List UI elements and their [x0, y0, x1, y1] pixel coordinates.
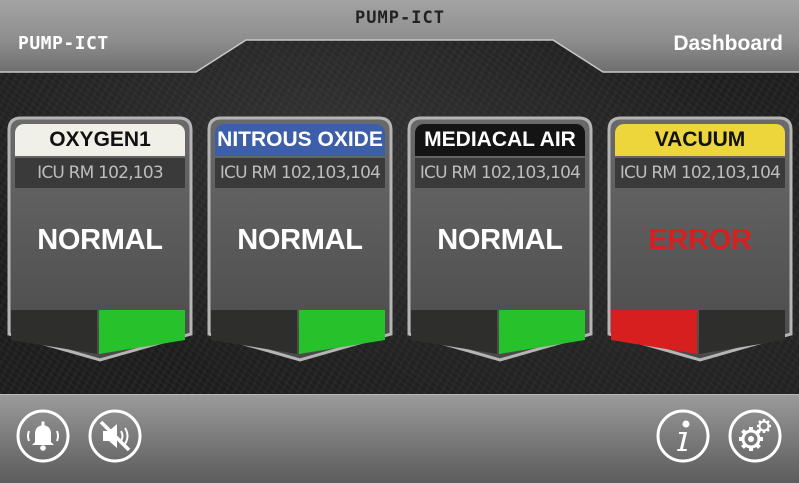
status-indicator-left	[11, 310, 97, 354]
alarm-bell-icon[interactable]	[16, 409, 70, 463]
status-indicator-right	[499, 310, 585, 354]
gear-icon[interactable]	[728, 409, 782, 463]
page-title: Dashboard	[673, 32, 783, 55]
card-location: ICU RM 102,103,104	[215, 158, 385, 188]
status-text: NORMAL	[437, 224, 563, 256]
card-title: NITROUS OXIDE	[215, 124, 385, 156]
status-indicator-left	[211, 310, 297, 354]
card-title: VACUUM	[615, 124, 785, 156]
card-location: ICU RM 102,103,104	[615, 158, 785, 188]
info-icon[interactable]	[656, 409, 710, 463]
gas-card-medical-air[interactable]: MEDIACAL AIR ICU RM 102,103,104 NORMAL	[407, 116, 593, 362]
card-location: ICU RM 102,103	[15, 158, 185, 188]
status-indicator-left	[411, 310, 497, 354]
status-indicator-right	[299, 310, 385, 354]
status-text: NORMAL	[37, 224, 163, 256]
brand-logo: PUMP-ICT	[18, 33, 109, 54]
card-title: MEDIACAL AIR	[415, 124, 585, 156]
card-title: OXYGEN1	[15, 124, 185, 156]
gas-card-vacuum[interactable]: VACUUM ICU RM 102,103,104 ERROR	[607, 116, 793, 362]
gas-card-nitrous-oxide[interactable]: NITROUS OXIDE ICU RM 102,103,104 NORMAL	[207, 116, 393, 362]
gas-card-oxygen[interactable]: OXYGEN1 ICU RM 102,103 NORMAL	[7, 116, 193, 362]
status-indicator-left	[611, 310, 697, 354]
status-text: NORMAL	[237, 224, 363, 256]
brand-logo-center: PUMP-ICT	[355, 8, 445, 28]
status-text: ERROR	[648, 224, 752, 256]
status-indicator-right	[99, 310, 185, 354]
status-indicator-right	[699, 310, 785, 354]
speaker-mute-icon[interactable]	[88, 409, 142, 463]
card-location: ICU RM 102,103,104	[415, 158, 585, 188]
